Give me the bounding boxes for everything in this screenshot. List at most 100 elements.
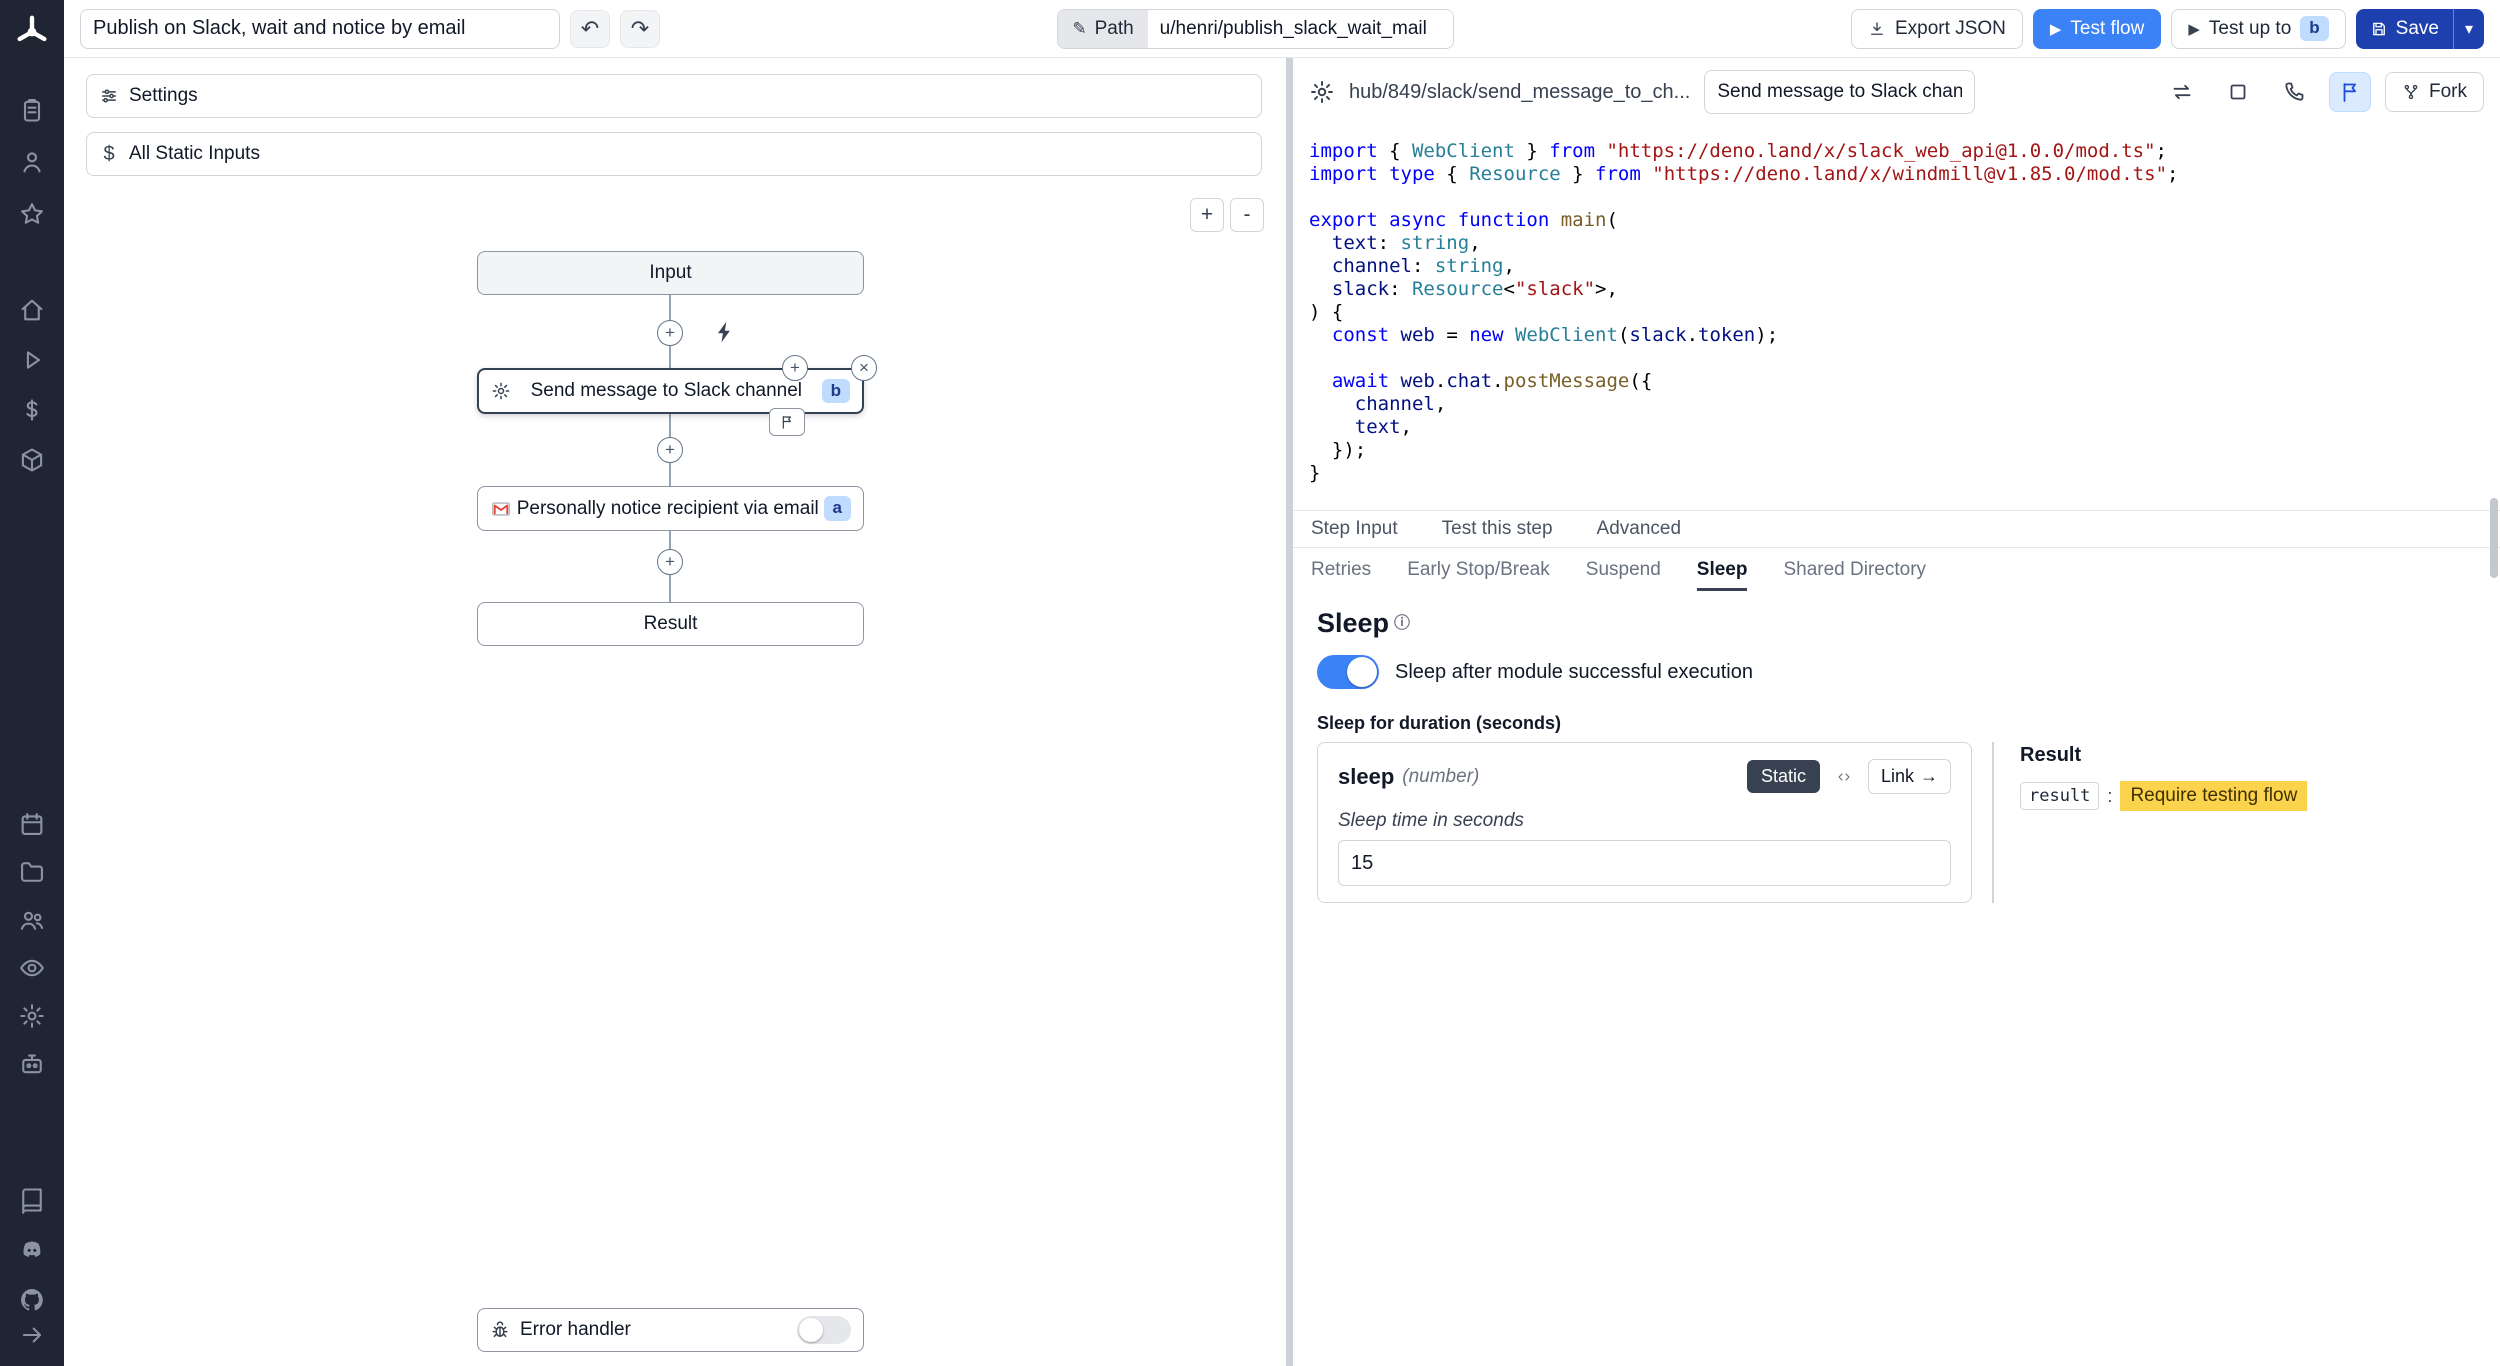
redo-icon: ↷ bbox=[631, 16, 649, 42]
sleep-seconds-input[interactable] bbox=[1338, 840, 1951, 886]
node-email-step[interactable]: Personally notice recipient via email a bbox=[477, 486, 864, 531]
audit-eye-icon[interactable] bbox=[18, 954, 46, 982]
step-detail-pane: hub/849/slack/send_message_to_ch... bbox=[1293, 58, 2500, 1366]
step-summary-input[interactable] bbox=[1704, 70, 1975, 114]
folder-icon[interactable] bbox=[18, 858, 46, 886]
link-button[interactable]: Link → bbox=[1868, 759, 1951, 794]
tab-test-this-step[interactable]: Test this step bbox=[1442, 511, 1553, 547]
step-toolbar: hub/849/slack/send_message_to_ch... bbox=[1293, 58, 2500, 126]
pane-splitter[interactable] bbox=[1286, 58, 1293, 1366]
save-button[interactable]: Save bbox=[2356, 9, 2453, 49]
sleep-section: Sleep ⓘ Sleep after module successful ex… bbox=[1317, 592, 2476, 903]
flag-icon bbox=[779, 414, 795, 430]
node-result-label: Result bbox=[644, 613, 698, 635]
insert-step-button[interactable]: + bbox=[657, 549, 683, 575]
path-edit-segment[interactable]: ✎ Path bbox=[1058, 10, 1147, 48]
groups-users-icon[interactable] bbox=[18, 906, 46, 934]
code-editor[interactable]: import { WebClient } from "https://deno.… bbox=[1309, 140, 2484, 485]
expand-arrow-icon[interactable] bbox=[19, 1322, 45, 1348]
user-icon[interactable] bbox=[18, 148, 46, 176]
pencil-icon: ✎ bbox=[1072, 19, 1086, 39]
tab-step-input[interactable]: Step Input bbox=[1311, 511, 1398, 547]
test-up-to-button[interactable]: ▶ Test up to b bbox=[2171, 9, 2345, 49]
sleep-heading: Sleep bbox=[1317, 608, 1389, 639]
result-panel: Result result : Require testing flow bbox=[2020, 742, 2307, 903]
redo-button[interactable]: ↷ bbox=[620, 10, 660, 48]
rail-group-top bbox=[0, 96, 64, 228]
scrollbar-thumb[interactable] bbox=[2490, 498, 2498, 578]
test-up-to-label: Test up to bbox=[2209, 18, 2291, 40]
tab-retries[interactable]: Retries bbox=[1311, 549, 1371, 591]
settings-bar[interactable]: Settings bbox=[86, 74, 1262, 118]
resources-cube-icon[interactable] bbox=[18, 446, 46, 474]
script-path[interactable]: hub/849/slack/send_message_to_ch... bbox=[1349, 81, 1690, 104]
docs-book-icon[interactable] bbox=[18, 1186, 46, 1214]
star-icon[interactable] bbox=[18, 200, 46, 228]
export-icon bbox=[1868, 20, 1886, 38]
play-icon: ▶ bbox=[2188, 20, 2200, 38]
chevron-down-icon: ▾ bbox=[2465, 19, 2473, 39]
fork-icon bbox=[2402, 83, 2420, 101]
result-colon: : bbox=[2107, 786, 2112, 807]
save-dropdown-button[interactable]: ▾ bbox=[2453, 9, 2484, 49]
path-control[interactable]: ✎ Path bbox=[1057, 9, 1453, 49]
github-icon[interactable] bbox=[18, 1286, 46, 1314]
phone-icon bbox=[2282, 80, 2306, 104]
code-toggle-button[interactable] bbox=[1828, 769, 1860, 785]
static-inputs-bar[interactable]: $ All Static Inputs bbox=[86, 132, 1262, 176]
variables-dollar-icon[interactable] bbox=[18, 396, 46, 424]
runs-play-icon[interactable] bbox=[18, 346, 46, 374]
result-title: Result bbox=[2020, 744, 2307, 767]
save-split-button[interactable]: Save ▾ bbox=[2356, 9, 2484, 49]
settings-gear-icon[interactable] bbox=[18, 1002, 46, 1030]
flow-title-input[interactable] bbox=[80, 9, 560, 49]
test-up-to-badge: b bbox=[2300, 16, 2328, 40]
topbar: ↶ ↷ ✎ Path Export JSON ▶ Test flow ▶ Tes… bbox=[64, 0, 2500, 58]
export-json-button[interactable]: Export JSON bbox=[1851, 9, 2023, 49]
flag-icon bbox=[2338, 80, 2362, 104]
fork-button[interactable]: Fork bbox=[2385, 72, 2484, 112]
info-icon[interactable]: ⓘ bbox=[1394, 609, 1410, 639]
zoom-in-button[interactable]: + bbox=[1190, 198, 1224, 232]
sync-icon bbox=[2170, 80, 2194, 104]
calendar-icon[interactable] bbox=[18, 810, 46, 838]
error-handler-toggle[interactable] bbox=[797, 1316, 851, 1344]
sleep-toggle[interactable] bbox=[1317, 655, 1379, 689]
windmill-logo-icon bbox=[12, 12, 52, 52]
windmill-logo[interactable] bbox=[12, 12, 52, 52]
zoom-out-button[interactable]: - bbox=[1230, 198, 1264, 232]
workers-robot-icon[interactable] bbox=[18, 1050, 46, 1078]
tab-suspend[interactable]: Suspend bbox=[1586, 549, 1661, 591]
tab-sleep[interactable]: Sleep bbox=[1697, 549, 1748, 591]
sliders-icon bbox=[99, 86, 119, 106]
rail-group-nav bbox=[0, 296, 64, 474]
save-label: Save bbox=[2396, 18, 2439, 40]
square-icon bbox=[2226, 80, 2250, 104]
stop-square-button[interactable] bbox=[2217, 72, 2259, 112]
error-handler-node[interactable]: Error handler bbox=[477, 1308, 864, 1352]
delete-step-button[interactable]: × bbox=[851, 355, 877, 381]
insert-step-button[interactable]: + bbox=[657, 437, 683, 463]
path-input[interactable] bbox=[1148, 10, 1453, 48]
node-input[interactable]: Input bbox=[477, 251, 864, 295]
undo-button[interactable]: ↶ bbox=[570, 10, 610, 48]
node-result[interactable]: Result bbox=[477, 602, 864, 646]
test-flow-button[interactable]: ▶ Test flow bbox=[2033, 9, 2161, 49]
phone-button[interactable] bbox=[2273, 72, 2315, 112]
early-stop-flag-button[interactable] bbox=[769, 408, 805, 436]
tab-early-stop-break[interactable]: Early Stop/Break bbox=[1407, 549, 1550, 591]
node-email-badge: a bbox=[824, 496, 851, 520]
sync-button[interactable] bbox=[2161, 72, 2203, 112]
tab-shared-directory[interactable]: Shared Directory bbox=[1783, 549, 1926, 591]
add-branch-button[interactable]: + bbox=[782, 355, 808, 381]
flag-toggle-button[interactable] bbox=[2329, 72, 2371, 112]
clipboard-icon[interactable] bbox=[18, 96, 46, 124]
bolt-icon[interactable] bbox=[712, 319, 738, 345]
static-toggle-button[interactable]: Static bbox=[1747, 760, 1820, 793]
home-icon[interactable] bbox=[18, 296, 46, 324]
export-json-label: Export JSON bbox=[1895, 18, 2006, 40]
sleep-input-card: sleep (number) Static Link → bbox=[1317, 742, 1972, 903]
tab-advanced[interactable]: Advanced bbox=[1597, 511, 1682, 547]
insert-step-button[interactable]: + bbox=[657, 320, 683, 346]
discord-icon[interactable] bbox=[18, 1236, 46, 1264]
